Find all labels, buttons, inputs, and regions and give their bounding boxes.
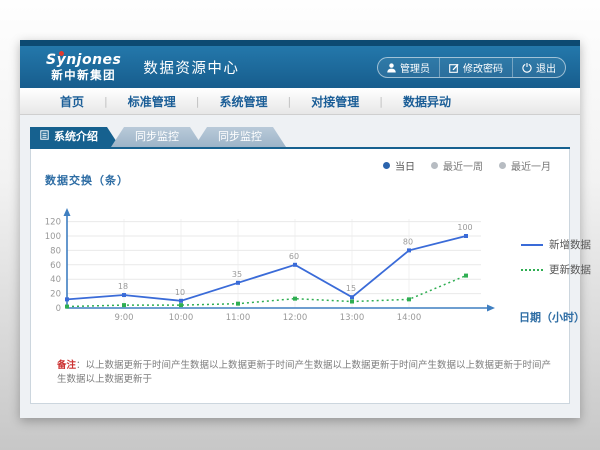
range-option-label: 最近一周 — [443, 158, 483, 173]
y-tick-label: 40 — [50, 275, 61, 285]
data-point-marker — [122, 293, 126, 297]
y-tick-label: 100 — [45, 232, 61, 242]
data-point-marker — [122, 303, 126, 307]
app-window: Synjones 新中新集团 数据资源中心 管理员 修改密码 — [20, 40, 580, 418]
nav-item-data-change[interactable]: 数据异动 — [383, 93, 471, 110]
user-icon — [387, 63, 396, 73]
tab-label: 系统介绍 — [54, 127, 98, 147]
y-axis-arrow-icon — [64, 208, 71, 216]
legend-item-updated-data[interactable]: 更新数据 — [521, 262, 591, 277]
footnote-text: 以上数据更新于时间产生数据以上数据更新于时间产生数据以上数据更新于时间产生数据以… — [57, 360, 551, 385]
series-line-1 — [67, 276, 466, 307]
logo-text-cn: 新中新集团 — [46, 69, 121, 81]
x-tick-label: 12:00 — [283, 313, 308, 323]
legend-item-new-data[interactable]: 新增数据 — [521, 237, 591, 252]
data-point-label: 15 — [346, 284, 356, 293]
range-option-label: 当日 — [395, 158, 415, 173]
range-option-today[interactable]: 当日 — [383, 158, 415, 173]
tab-system-intro[interactable]: 系统介绍 — [30, 127, 120, 147]
radio-dot-icon — [499, 162, 506, 169]
change-password-button[interactable]: 修改密码 — [439, 58, 512, 77]
x-tick-label: 11:00 — [226, 313, 251, 323]
data-point-label: 10 — [175, 288, 185, 297]
x-axis-arrow-icon — [487, 305, 495, 312]
app-header: Synjones 新中新集团 数据资源中心 管理员 修改密码 — [20, 46, 580, 88]
data-point-label: 100 — [457, 223, 472, 232]
legend-label: 更新数据 — [549, 262, 591, 277]
tab-label: 同步监控 — [135, 130, 179, 143]
data-point-label: 80 — [403, 237, 413, 246]
footnote-colon: ： — [76, 360, 86, 371]
line-chart: 0 20 40 60 80 100 120 9:00 10:00 11:00 12:00 13:00 1… — [39, 193, 509, 333]
data-point-label: 35 — [232, 270, 242, 279]
tab-sync-monitor-1[interactable]: 同步监控 — [111, 127, 203, 147]
tab-sync-monitor-2[interactable]: 同步监控 — [194, 127, 286, 147]
chart-panel: 当日 最近一周 最近一月 数据交换（条） 0 20 40 60 80 100 120 9:00… — [30, 149, 570, 404]
y-tick-label: 0 — [56, 304, 61, 314]
data-point-marker — [179, 299, 183, 303]
range-selector: 当日 最近一周 最近一月 — [383, 158, 551, 173]
data-point-marker — [350, 300, 354, 304]
solid-line-icon — [521, 244, 543, 246]
data-point-marker — [293, 297, 297, 301]
edit-icon — [449, 63, 459, 73]
logout-button[interactable]: 退出 — [512, 58, 565, 77]
current-user-label: 管理员 — [400, 60, 430, 75]
desktop-background: Synjones 新中新集团 数据资源中心 管理员 修改密码 — [0, 0, 600, 450]
data-point-marker — [407, 248, 411, 252]
dotted-line-icon — [521, 269, 543, 271]
footnote: 备注：以上数据更新于时间产生数据以上数据更新于时间产生数据以上数据更新于时间产生… — [57, 359, 553, 388]
tab-label: 同步监控 — [218, 130, 262, 143]
data-point-marker — [65, 297, 69, 301]
current-user-button[interactable]: 管理员 — [378, 58, 439, 77]
content-area: 系统介绍 同步监控 同步监控 当日 最近一 — [20, 115, 580, 404]
logo-red-dot-icon — [59, 51, 64, 56]
range-option-label: 最近一月 — [511, 158, 551, 173]
data-point-label: 60 — [289, 252, 299, 261]
chart-legend: 新增数据 更新数据 — [521, 237, 591, 277]
y-axis-title: 数据交换（条） — [45, 172, 129, 188]
data-point-marker — [350, 295, 354, 299]
page-title: 数据资源中心 — [143, 57, 239, 78]
x-tick-label: 9:00 — [114, 313, 133, 323]
nav-item-system-mgmt[interactable]: 系统管理 — [199, 93, 287, 110]
change-password-label: 修改密码 — [463, 60, 503, 75]
data-point-marker — [464, 274, 468, 278]
y-tick-label: 20 — [50, 290, 61, 300]
footnote-label: 备注 — [57, 360, 76, 371]
data-point-marker — [293, 263, 297, 267]
nav-item-home[interactable]: 首页 — [40, 93, 104, 110]
tab-bar: 系统介绍 同步监控 同步监控 — [30, 127, 570, 147]
data-point-label: 18 — [118, 282, 128, 291]
data-point-marker — [179, 303, 183, 307]
nav-item-integration-mgmt[interactable]: 对接管理 — [291, 93, 379, 110]
document-icon — [40, 127, 49, 147]
main-nav: 首页 | 标准管理 | 系统管理 | 对接管理 | 数据异动 — [20, 88, 580, 115]
y-tick-label: 60 — [50, 261, 61, 271]
x-tick-label: 14:00 — [397, 313, 422, 323]
data-point-marker — [236, 302, 240, 306]
nav-item-standard-mgmt[interactable]: 标准管理 — [108, 93, 196, 110]
data-point-marker — [407, 297, 411, 301]
radio-dot-icon — [383, 162, 390, 169]
chart-row: 0 20 40 60 80 100 120 9:00 10:00 11:00 12:00 13:00 1… — [39, 193, 561, 333]
y-tick-label: 120 — [45, 218, 61, 228]
range-option-last-month[interactable]: 最近一月 — [499, 158, 551, 173]
data-point-marker — [236, 281, 240, 285]
data-point-marker — [464, 234, 468, 238]
power-icon — [522, 63, 532, 73]
logout-label: 退出 — [536, 60, 556, 75]
radio-dot-icon — [431, 162, 438, 169]
company-logo: Synjones 新中新集团 — [46, 53, 121, 82]
range-option-last-week[interactable]: 最近一周 — [431, 158, 483, 173]
legend-label: 新增数据 — [549, 237, 591, 252]
x-axis-title: 日期（小时） — [519, 309, 585, 325]
x-tick-label: 10:00 — [169, 313, 194, 323]
logo-text-en: Synjones — [46, 53, 121, 68]
y-tick-label: 80 — [50, 246, 61, 256]
x-tick-label: 13:00 — [340, 313, 365, 323]
data-point-marker — [65, 305, 69, 309]
user-toolbar: 管理员 修改密码 退出 — [377, 57, 566, 78]
